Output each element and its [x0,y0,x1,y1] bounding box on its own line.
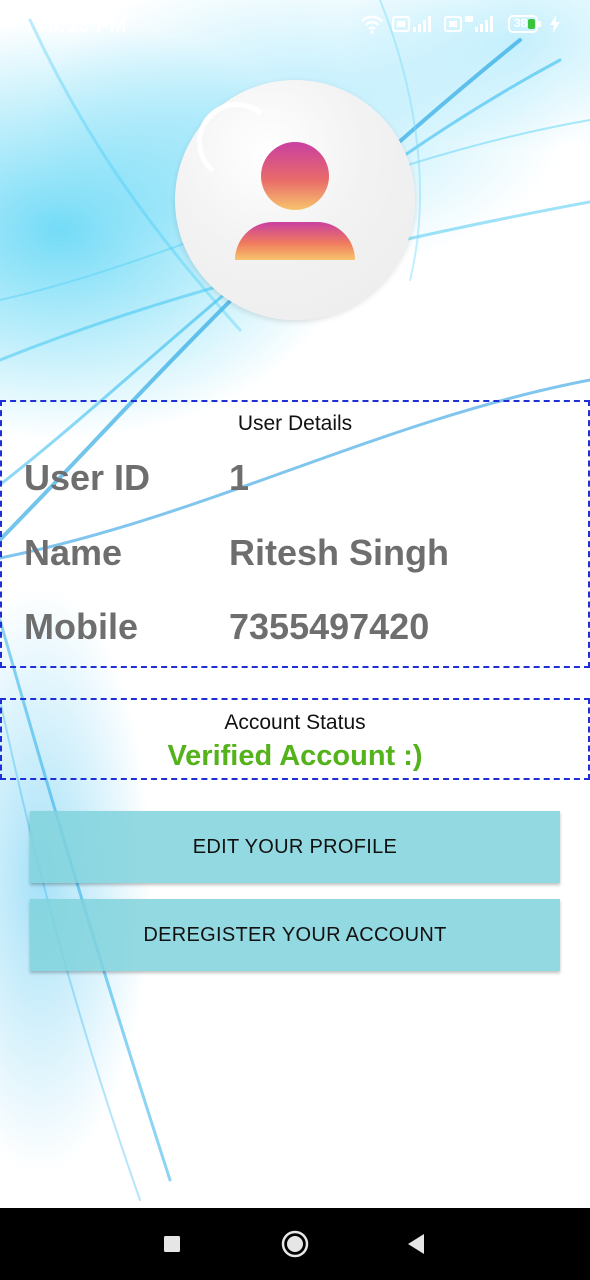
wifi-icon [360,14,384,34]
mobile-value: 7355497420 [229,606,430,647]
recents-icon[interactable] [154,1226,190,1262]
user-details-box: User Details User ID 1 Name Ritesh Singh… [0,400,590,668]
battery-level: 38 [514,16,528,30]
account-status-box: Account Status Verified Account :) [0,698,590,780]
user-id-label: User ID [24,457,151,498]
account-status-caption: Account Status [224,711,366,734]
name-value: Ritesh Singh [229,532,450,573]
home-icon[interactable] [277,1226,313,1262]
charging-icon [550,15,560,33]
profile-screen: 10:15 PM 38 User Details User ID 1 Name … [0,0,590,1280]
navigation-bar [0,1208,590,1280]
name-label: Name [24,532,123,573]
avatar-head [261,142,329,210]
status-icons: 38 [360,14,560,34]
signal-icon-sim1 [392,14,436,34]
status-bar: 10:15 PM 38 [0,0,590,56]
edit-profile-button[interactable]: EDIT YOUR PROFILE [30,811,560,883]
back-icon[interactable] [397,1226,433,1262]
mobile-label: Mobile [24,606,138,647]
user-id-value: 1 [229,457,250,498]
account-status-value: Verified Account :) [167,740,423,772]
signal-icon-sim2 [444,14,500,34]
user-details-caption: User Details [237,412,353,435]
status-time: 10:15 PM [36,15,127,37]
battery-icon: 38 [508,15,542,33]
deregister-account-button[interactable]: DEREGISTER YOUR ACCOUNT [30,899,560,971]
avatar-body [235,222,355,260]
user-avatar-icon[interactable] [175,80,415,320]
